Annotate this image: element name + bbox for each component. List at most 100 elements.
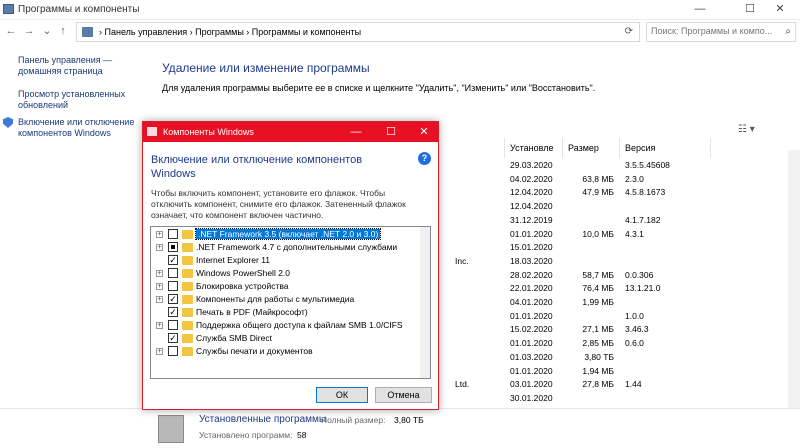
feature-item[interactable]: + ✓ Компоненты для работы с мультимедиа: [151, 293, 430, 306]
program-version: 3.5.5.45608: [625, 160, 670, 170]
program-install-date: 15.01.2020: [510, 242, 553, 253]
folder-icon: [182, 269, 193, 278]
program-version: 13.1.21.0: [625, 283, 661, 294]
feature-item[interactable]: + .NET Framework 4.7 с дополнительными сл…: [151, 241, 430, 254]
program-size: 47,9 МБ: [582, 187, 614, 198]
feature-label: Internet Explorer 11: [196, 255, 271, 265]
program-install-date: 30.01.2020: [510, 392, 553, 403]
program-install-date: 01.03.2020: [510, 351, 553, 362]
installed-count-value: 58: [297, 430, 307, 440]
expand-icon[interactable]: +: [156, 348, 163, 355]
program-install-date: 31.12.2019: [510, 214, 553, 225]
refresh-icon[interactable]: ⟳: [625, 26, 633, 37]
feature-label: Блокировка устройства: [196, 281, 289, 291]
breadcrumb-path: › Панель управления › Программы › Програ…: [99, 27, 362, 37]
page-description: Для удаления программы выберите ее в спи…: [162, 83, 596, 93]
feature-checkbox[interactable]: [168, 281, 178, 291]
back-icon[interactable]: ←: [4, 24, 18, 38]
help-icon[interactable]: ?: [418, 152, 431, 165]
folder-icon: [182, 295, 193, 304]
page-title: Удаление или изменение программы: [162, 61, 370, 75]
program-install-date: 01.01.2020: [510, 310, 553, 321]
feature-checkbox[interactable]: ✓: [168, 333, 178, 343]
folder-icon: [182, 243, 193, 252]
recent-locations-icon[interactable]: ⌄: [40, 24, 54, 38]
program-version: 0.0.306: [625, 269, 654, 280]
search-icon[interactable]: ⌕: [785, 26, 791, 37]
feature-checkbox[interactable]: [168, 229, 178, 239]
feature-item[interactable]: + Блокировка устройства: [151, 280, 430, 293]
windows-features-dialog: Компоненты Windows — ☐ ✕ Включение или о…: [142, 121, 439, 410]
search-input[interactable]: [651, 26, 775, 36]
window-title: Программы и компоненты: [18, 4, 140, 15]
dialog-titlebar: Компоненты Windows — ☐ ✕: [143, 122, 438, 142]
dialog-heading: Включение или отключение компонентов Win…: [151, 154, 363, 180]
program-size: 27,1 МБ: [582, 324, 614, 335]
feature-label: Компоненты для работы с мультимедиа: [196, 294, 355, 304]
feature-label: Печать в PDF (Майкрософт): [196, 307, 308, 317]
column-size[interactable]: Размер: [568, 143, 599, 153]
program-version: 3.46.3: [625, 324, 649, 335]
close-button[interactable]: ✕: [760, 0, 800, 19]
feature-checkbox[interactable]: [168, 320, 178, 330]
expand-icon[interactable]: +: [156, 296, 163, 303]
program-install-date: 01.01.2020: [510, 365, 553, 376]
folder-icon: [182, 256, 193, 265]
feature-checkbox[interactable]: ✓: [168, 294, 178, 304]
expand-icon[interactable]: +: [156, 231, 163, 238]
table-scrollbar[interactable]: [788, 150, 800, 410]
feature-item[interactable]: + Windows PowerShell 2.0: [151, 267, 430, 280]
minimize-button[interactable]: —: [680, 0, 720, 19]
feature-checkbox[interactable]: ✓: [168, 255, 178, 265]
feature-label: .NET Framework 4.7 с дополнительными слу…: [196, 242, 398, 252]
control-panel-icon: [82, 27, 93, 37]
program-install-date: 12.04.2020: [510, 187, 553, 198]
dialog-close-button[interactable]: ✕: [411, 122, 437, 142]
feature-checkbox[interactable]: [168, 346, 178, 356]
dialog-minimize-button[interactable]: —: [343, 122, 369, 142]
tree-scrollbar[interactable]: [420, 227, 430, 378]
ok-button[interactable]: ОК: [316, 387, 368, 403]
expand-icon[interactable]: +: [156, 270, 163, 277]
expand-icon[interactable]: +: [156, 322, 163, 329]
windows-features-link[interactable]: Включение или отключение компонентов Win…: [18, 117, 138, 139]
feature-item[interactable]: ✓ Печать в PDF (Майкрософт): [151, 306, 430, 319]
expand-icon[interactable]: +: [156, 244, 163, 251]
view-options-icon[interactable]: ☷ ▾: [738, 124, 755, 135]
feature-label: Windows PowerShell 2.0: [196, 268, 291, 278]
feature-checkbox[interactable]: [168, 242, 178, 252]
control-panel-home-link[interactable]: Панель управления — домашняя страница: [18, 55, 138, 77]
window-titlebar: Программы и компоненты — ☐ ✕: [0, 0, 800, 20]
status-title: Установленные программы: [199, 414, 327, 425]
folder-icon: [182, 230, 193, 239]
view-updates-link[interactable]: Просмотр установленных обновлений: [18, 89, 138, 111]
cancel-button[interactable]: Отмена: [375, 387, 432, 403]
breadcrumb[interactable]: › Панель управления › Программы › Програ…: [76, 22, 640, 42]
feature-checkbox[interactable]: ✓: [168, 307, 178, 317]
program-size: 10,0 МБ: [582, 228, 614, 239]
column-version[interactable]: Версия: [625, 143, 655, 153]
column-installed[interactable]: Установле: [510, 143, 553, 153]
forward-icon[interactable]: →: [22, 24, 36, 38]
feature-item[interactable]: ✓ Служба SMB Direct: [151, 332, 430, 345]
feature-item[interactable]: ✓ Internet Explorer 11: [151, 254, 430, 267]
program-version: 4.3.1: [625, 228, 644, 239]
feature-item[interactable]: + Службы печати и документов: [151, 345, 430, 358]
program-install-date: 29.03.2020: [510, 160, 553, 170]
feature-label: Служба SMB Direct: [196, 333, 272, 343]
feature-checkbox[interactable]: [168, 268, 178, 278]
folder-icon: [182, 334, 193, 343]
feature-item[interactable]: + Поддержка общего доступа к файлам SMB 1…: [151, 319, 430, 332]
programs-package-icon: [158, 415, 184, 443]
dialog-maximize-button[interactable]: ☐: [378, 122, 404, 142]
search-box[interactable]: ⌕: [646, 22, 796, 42]
program-size: 58,7 МБ: [582, 269, 614, 280]
up-icon[interactable]: ↑: [56, 24, 70, 38]
program-size: 1,94 МБ: [582, 365, 614, 376]
features-tree[interactable]: + .NET Framework 3.5 (включает .NET 2.0 и…: [150, 226, 431, 379]
program-size: 1,99 МБ: [582, 297, 614, 307]
program-size: 27,8 МБ: [582, 379, 614, 390]
feature-item[interactable]: + .NET Framework 3.5 (включает .NET 2.0 и…: [151, 228, 430, 241]
expand-icon[interactable]: +: [156, 283, 163, 290]
app-icon: [3, 4, 14, 14]
